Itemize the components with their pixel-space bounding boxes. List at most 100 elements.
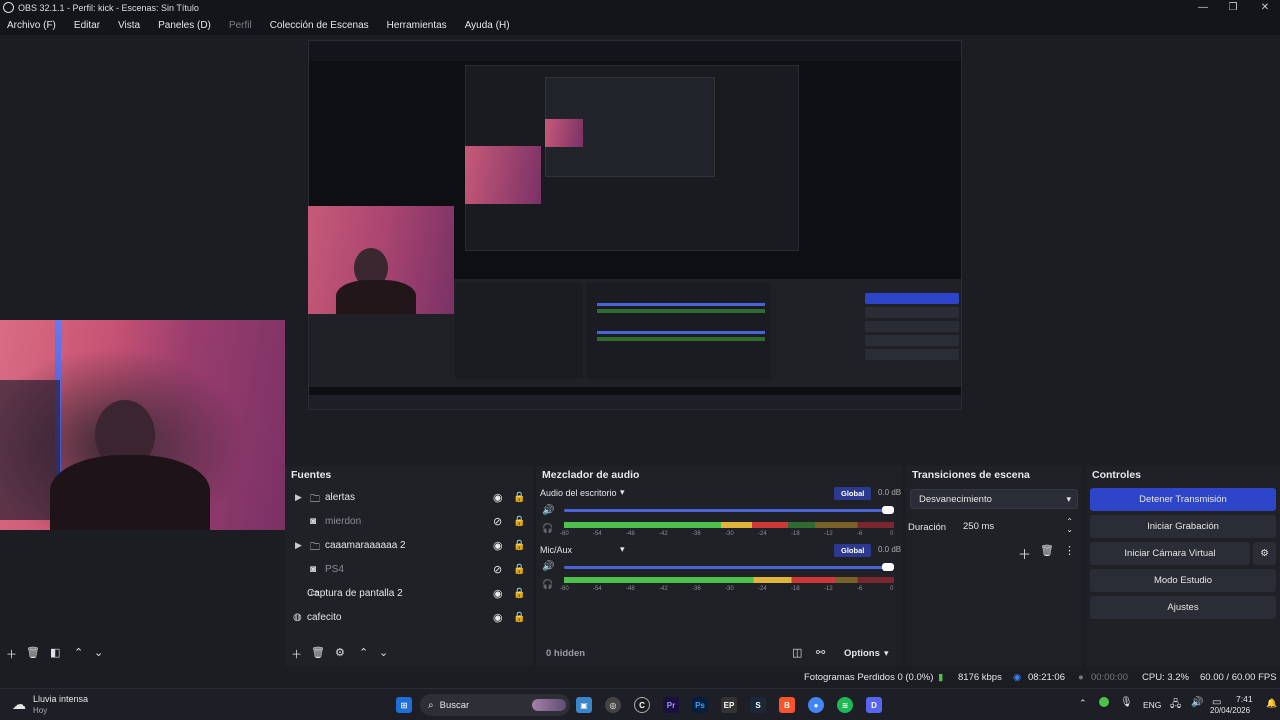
add-transition-button[interactable]: ＋	[1018, 544, 1031, 563]
chevron-right-icon[interactable]: ▶	[295, 492, 302, 503]
menu-perfil[interactable]: Perfil	[229, 20, 252, 31]
cloud-rain-icon[interactable]: ☁	[12, 696, 26, 713]
global-badge: Global	[834, 487, 872, 500]
volume-slider[interactable]	[564, 509, 894, 512]
volume-icon[interactable]: 🔊	[1191, 697, 1203, 708]
weather-title[interactable]: Lluvia intensa	[33, 694, 88, 704]
microphone-icon[interactable]: 🎙	[1120, 697, 1133, 708]
network-icon[interactable]: 🖧	[1170, 697, 1181, 714]
more-icon[interactable]: ⋮	[1064, 544, 1075, 557]
folder-icon: 🗀	[310, 494, 320, 505]
move-down-icon[interactable]: ⌄	[379, 646, 388, 659]
spin-up-down-icon[interactable]: ⌃ ⌄	[1066, 518, 1073, 534]
menu-ayuda[interactable]: Ayuda (H)	[465, 20, 510, 31]
eye-icon[interactable]: ◉	[493, 587, 503, 600]
record-icon: ●	[1078, 672, 1084, 683]
discord-icon[interactable]: D	[866, 697, 882, 713]
transition-select[interactable]: Desvanecimiento ▾	[910, 489, 1078, 509]
duration-field[interactable]: 250 ms ⌃ ⌄	[954, 516, 1078, 536]
gear-icon[interactable]: ⚙	[335, 646, 345, 659]
volume-knob[interactable]	[882, 563, 894, 571]
lock-icon[interactable]: 🔒	[513, 564, 525, 575]
lock-icon[interactable]: 🔒	[513, 540, 525, 551]
signal-icon: ▮	[938, 672, 944, 683]
clock-date[interactable]: 20/04/2026	[1210, 706, 1250, 715]
speaker-icon[interactable]: 🔊	[542, 505, 554, 516]
trash-icon[interactable]: 🗑	[311, 646, 325, 659]
volume-knob[interactable]	[882, 506, 894, 514]
clock-time[interactable]: 7:41	[1236, 694, 1253, 704]
minimize-button[interactable]: —	[1188, 0, 1218, 15]
menu-vista[interactable]: Vista	[118, 20, 140, 31]
move-up-icon[interactable]: ⌃	[359, 646, 368, 659]
columns-icon[interactable]: ◫	[792, 646, 802, 659]
speaker-icon[interactable]: 🔊	[542, 561, 554, 572]
source-item-captura[interactable]: ▭ Captura de pantalla 2 ◉ 🔒	[285, 581, 533, 605]
chevron-down-icon[interactable]: ▾	[884, 648, 889, 659]
menu-paneles[interactable]: Paneles (D)	[158, 20, 211, 31]
start-virtual-camera-button[interactable]: Iniciar Cámara Virtual	[1090, 542, 1250, 565]
add-source-button[interactable]: ＋	[291, 646, 302, 662]
globe-icon: ◍	[293, 612, 302, 623]
stop-stream-button[interactable]: Detener Transmisión	[1090, 488, 1276, 511]
filters-icon[interactable]: ◧	[50, 646, 60, 659]
language-indicator[interactable]: ENG	[1143, 700, 1161, 710]
spotify-icon[interactable]: ≋	[837, 697, 853, 713]
options-button[interactable]: Options	[844, 648, 880, 659]
scene-up-icon[interactable]: ⌃	[74, 646, 83, 659]
close-button[interactable]: ✕	[1250, 0, 1280, 15]
menu-herramientas[interactable]: Herramientas	[387, 20, 447, 31]
chrome-icon[interactable]: ●	[808, 697, 824, 713]
volume-slider[interactable]	[564, 566, 894, 569]
source-item-mierdon[interactable]: ◙ mierdon ⊘ 🔒	[285, 509, 533, 533]
menu-editar[interactable]: Editar	[74, 20, 100, 31]
headphones-icon[interactable]: 🎧	[542, 579, 553, 590]
chevron-down-icon[interactable]: ▾	[620, 487, 625, 498]
source-item-ps4[interactable]: ◙ PS4 ⊘ 🔒	[285, 557, 533, 581]
link-icon[interactable]: ⚯	[816, 646, 825, 659]
menu-coleccion-escenas[interactable]: Colección de Escenas	[270, 20, 369, 31]
epic-games-icon[interactable]: EP	[721, 697, 737, 713]
channel-name: Audio del escritorio	[540, 488, 617, 498]
premiere-icon[interactable]: Pr	[663, 697, 679, 713]
scale-tick-label: -42	[659, 586, 668, 592]
capcut-icon[interactable]: C	[634, 697, 650, 713]
scene-down-icon[interactable]: ⌄	[94, 646, 103, 659]
obs-app-icon[interactable]: ◎	[605, 697, 621, 713]
gear-icon[interactable]: ⚙	[1253, 542, 1276, 565]
eye-icon[interactable]: ◉	[493, 539, 503, 552]
lock-icon[interactable]: 🔒	[513, 588, 525, 599]
source-item-alertas[interactable]: ▶ 🗀 alertas ◉ 🔒	[285, 485, 533, 509]
lock-icon[interactable]: 🔒	[513, 492, 525, 503]
remove-scene-icon[interactable]: 🗑	[26, 646, 40, 659]
studio-mode-button[interactable]: Modo Estudio	[1090, 569, 1276, 592]
trash-icon[interactable]: 🗑	[1040, 544, 1054, 557]
windows-start-icon[interactable]: ⊞	[396, 697, 412, 713]
chevron-right-icon[interactable]: ▶	[295, 540, 302, 551]
eye-off-icon[interactable]: ⊘	[493, 563, 502, 576]
source-item-cafecito[interactable]: ◍ cafecito ◉ 🔒	[285, 605, 533, 629]
start-recording-button[interactable]: Iniciar Grabación	[1090, 515, 1276, 538]
scale-tick-label: -42	[659, 531, 668, 537]
source-item-caaamara[interactable]: ▶ 🗀 caaamaraaaaaa 2 ◉ 🔒	[285, 533, 533, 557]
headphones-icon[interactable]: 🎧	[542, 523, 553, 534]
settings-button[interactable]: Ajustes	[1090, 596, 1276, 619]
steam-icon[interactable]: S	[750, 697, 766, 713]
chevron-down-icon[interactable]: ▾	[620, 544, 625, 555]
lock-icon[interactable]: 🔒	[513, 516, 525, 527]
eye-off-icon[interactable]: ⊘	[493, 515, 502, 528]
eye-icon[interactable]: ◉	[493, 611, 503, 624]
eye-icon[interactable]: ◉	[493, 491, 503, 504]
chevron-up-icon[interactable]: ⌃	[1079, 698, 1087, 709]
hidden-count[interactable]: 0 hidden	[546, 648, 585, 659]
lock-icon[interactable]: 🔒	[513, 612, 525, 623]
maximize-button[interactable]: ❐	[1218, 0, 1248, 15]
brave-icon[interactable]: B	[779, 697, 795, 713]
status-dot-icon[interactable]	[1099, 697, 1109, 707]
notification-icon[interactable]: 🔔	[1266, 698, 1277, 709]
add-scene-button[interactable]: ＋	[6, 646, 17, 662]
search-box[interactable]: ⌕ Buscar	[420, 694, 570, 716]
menu-archivo[interactable]: Archivo (F)	[7, 20, 56, 31]
photoshop-icon[interactable]: Ps	[692, 697, 708, 713]
task-view-icon[interactable]: ▣	[576, 697, 592, 713]
